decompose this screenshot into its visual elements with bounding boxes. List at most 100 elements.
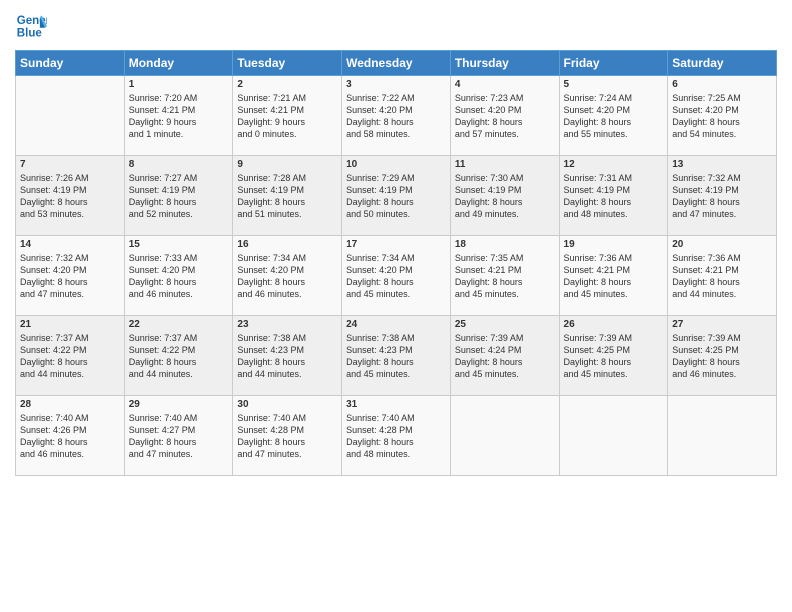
cell-content: Sunrise: 7:34 AMSunset: 4:20 PMDaylight:… [346,252,446,301]
cell-content: Sunrise: 7:40 AMSunset: 4:28 PMDaylight:… [237,412,337,461]
cell-2-6: 12 Sunrise: 7:31 AMSunset: 4:19 PMDayligh… [559,156,668,236]
week-row-4: 21 Sunrise: 7:37 AMSunset: 4:22 PMDayligh… [16,316,777,396]
header: General Blue [15,10,777,42]
cell-3-4: 17 Sunrise: 7:34 AMSunset: 4:20 PMDayligh… [342,236,451,316]
cell-1-2: 1 Sunrise: 7:20 AMSunset: 4:21 PMDaylight… [124,76,233,156]
cell-content: Sunrise: 7:37 AMSunset: 4:22 PMDaylight:… [20,332,120,381]
cell-4-2: 22 Sunrise: 7:37 AMSunset: 4:22 PMDayligh… [124,316,233,396]
cell-content: Sunrise: 7:32 AMSunset: 4:20 PMDaylight:… [20,252,120,301]
cell-2-2: 8Sunrise: 7:27 AMSunset: 4:19 PMDaylight… [124,156,233,236]
page: General Blue SundayMondayTuesdayWednesda… [0,0,792,612]
day-number: 19 [564,239,664,250]
col-header-tuesday: Tuesday [233,51,342,76]
cell-content: Sunrise: 7:37 AMSunset: 4:22 PMDaylight:… [129,332,229,381]
day-number: 5 [564,79,664,90]
day-number: 11 [455,159,555,170]
cell-content: Sunrise: 7:24 AMSunset: 4:20 PMDaylight:… [564,92,664,141]
day-number: 17 [346,239,446,250]
cell-content: Sunrise: 7:36 AMSunset: 4:21 PMDaylight:… [672,252,772,301]
cell-1-6: 5 Sunrise: 7:24 AMSunset: 4:20 PMDaylight… [559,76,668,156]
cell-5-2: 29 Sunrise: 7:40 AMSunset: 4:27 PMDayligh… [124,396,233,476]
week-row-5: 28 Sunrise: 7:40 AMSunset: 4:26 PMDayligh… [16,396,777,476]
cell-2-5: 11Sunrise: 7:30 AMSunset: 4:19 PMDayligh… [450,156,559,236]
cell-1-5: 4Sunrise: 7:23 AMSunset: 4:20 PMDaylight… [450,76,559,156]
week-row-3: 14Sunrise: 7:32 AMSunset: 4:20 PMDayligh… [16,236,777,316]
col-header-wednesday: Wednesday [342,51,451,76]
cell-4-3: 23 Sunrise: 7:38 AMSunset: 4:23 PMDayligh… [233,316,342,396]
week-row-1: 1 Sunrise: 7:20 AMSunset: 4:21 PMDaylight… [16,76,777,156]
cell-content: Sunrise: 7:34 AMSunset: 4:20 PMDaylight:… [237,252,337,301]
day-number: 16 [237,239,337,250]
cell-3-3: 16 Sunrise: 7:34 AMSunset: 4:20 PMDayligh… [233,236,342,316]
cell-2-7: 13 Sunrise: 7:32 AMSunset: 4:19 PMDayligh… [668,156,777,236]
day-number: 15 [129,239,229,250]
cell-2-3: 9 Sunrise: 7:28 AMSunset: 4:19 PMDaylight… [233,156,342,236]
day-number: 21 [20,319,120,330]
day-number: 20 [672,239,772,250]
header-row: SundayMondayTuesdayWednesdayThursdayFrid… [16,51,777,76]
cell-4-5: 25Sunrise: 7:39 AMSunset: 4:24 PMDayligh… [450,316,559,396]
cell-content: Sunrise: 7:27 AMSunset: 4:19 PMDaylight:… [129,172,229,221]
cell-content: Sunrise: 7:35 AMSunset: 4:21 PMDaylight:… [455,252,555,301]
day-number: 27 [672,319,772,330]
cell-1-3: 2 Sunrise: 7:21 AMSunset: 4:21 PMDaylight… [233,76,342,156]
cell-3-1: 14Sunrise: 7:32 AMSunset: 4:20 PMDayligh… [16,236,125,316]
cell-2-4: 10Sunrise: 7:29 AMSunset: 4:19 PMDayligh… [342,156,451,236]
cell-content: Sunrise: 7:21 AMSunset: 4:21 PMDaylight:… [237,92,337,141]
svg-text:Blue: Blue [17,28,43,40]
cell-5-4: 31 Sunrise: 7:40 AMSunset: 4:28 PMDayligh… [342,396,451,476]
cell-4-4: 24Sunrise: 7:38 AMSunset: 4:23 PMDayligh… [342,316,451,396]
cell-content: Sunrise: 7:22 AMSunset: 4:20 PMDaylight:… [346,92,446,141]
cell-5-5 [450,396,559,476]
day-number: 1 [129,79,229,90]
cell-5-6 [559,396,668,476]
cell-1-1 [16,76,125,156]
day-number: 26 [564,319,664,330]
day-number: 29 [129,399,229,410]
cell-content: Sunrise: 7:36 AMSunset: 4:21 PMDaylight:… [564,252,664,301]
cell-content: Sunrise: 7:40 AMSunset: 4:27 PMDaylight:… [129,412,229,461]
day-number: 12 [564,159,664,170]
cell-content: Sunrise: 7:32 AMSunset: 4:19 PMDaylight:… [672,172,772,221]
cell-5-7 [668,396,777,476]
cell-content: Sunrise: 7:28 AMSunset: 4:19 PMDaylight:… [237,172,337,221]
day-number: 30 [237,399,337,410]
day-number: 3 [346,79,446,90]
cell-content: Sunrise: 7:29 AMSunset: 4:19 PMDaylight:… [346,172,446,221]
day-number: 23 [237,319,337,330]
cell-content: Sunrise: 7:38 AMSunset: 4:23 PMDaylight:… [237,332,337,381]
logo: General Blue [15,10,51,42]
day-number: 6 [672,79,772,90]
calendar-table: SundayMondayTuesdayWednesdayThursdayFrid… [15,50,777,476]
cell-3-5: 18 Sunrise: 7:35 AMSunset: 4:21 PMDayligh… [450,236,559,316]
cell-content: Sunrise: 7:20 AMSunset: 4:21 PMDaylight:… [129,92,229,141]
col-header-thursday: Thursday [450,51,559,76]
cell-5-1: 28 Sunrise: 7:40 AMSunset: 4:26 PMDayligh… [16,396,125,476]
day-number: 28 [20,399,120,410]
cell-content: Sunrise: 7:40 AMSunset: 4:28 PMDaylight:… [346,412,446,461]
day-number: 4 [455,79,555,90]
cell-content: Sunrise: 7:38 AMSunset: 4:23 PMDaylight:… [346,332,446,381]
week-row-2: 7Sunrise: 7:26 AMSunset: 4:19 PMDaylight… [16,156,777,236]
day-number: 31 [346,399,446,410]
day-number: 25 [455,319,555,330]
cell-content: Sunrise: 7:33 AMSunset: 4:20 PMDaylight:… [129,252,229,301]
cell-4-6: 26Sunrise: 7:39 AMSunset: 4:25 PMDayligh… [559,316,668,396]
col-header-monday: Monday [124,51,233,76]
cell-content: Sunrise: 7:25 AMSunset: 4:20 PMDaylight:… [672,92,772,141]
cell-content: Sunrise: 7:31 AMSunset: 4:19 PMDaylight:… [564,172,664,221]
cell-4-7: 27Sunrise: 7:39 AMSunset: 4:25 PMDayligh… [668,316,777,396]
col-header-sunday: Sunday [16,51,125,76]
cell-3-6: 19 Sunrise: 7:36 AMSunset: 4:21 PMDayligh… [559,236,668,316]
cell-3-2: 15 Sunrise: 7:33 AMSunset: 4:20 PMDayligh… [124,236,233,316]
cell-4-1: 21 Sunrise: 7:37 AMSunset: 4:22 PMDayligh… [16,316,125,396]
col-header-friday: Friday [559,51,668,76]
cell-content: Sunrise: 7:40 AMSunset: 4:26 PMDaylight:… [20,412,120,461]
day-number: 9 [237,159,337,170]
cell-3-7: 20 Sunrise: 7:36 AMSunset: 4:21 PMDayligh… [668,236,777,316]
day-number: 7 [20,159,120,170]
day-number: 13 [672,159,772,170]
day-number: 18 [455,239,555,250]
day-number: 22 [129,319,229,330]
day-number: 2 [237,79,337,90]
